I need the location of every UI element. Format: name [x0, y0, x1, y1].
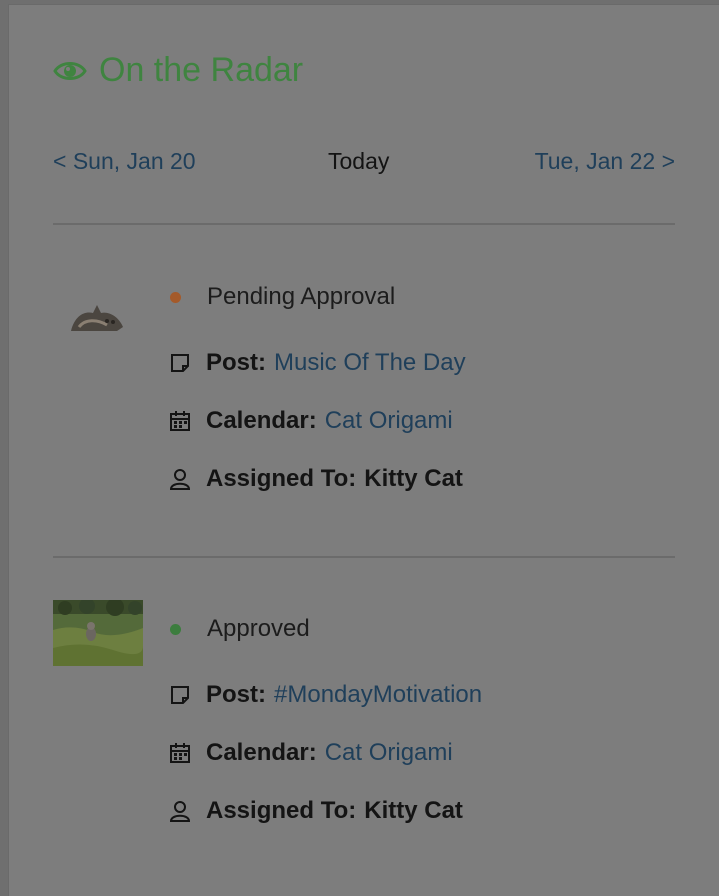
on-the-radar-panel: On the Radar < Sun, Jan 20 Today Tue, Ja…: [8, 4, 719, 896]
divider: [53, 556, 675, 558]
widget-title: On the Radar: [99, 51, 304, 89]
assigned-key: Assigned To:: [206, 797, 357, 824]
date-navigation: < Sun, Jan 20 Today Tue, Jan 22 >: [53, 148, 675, 178]
widget-header: On the Radar: [53, 51, 303, 90]
current-day-label: Today: [328, 148, 390, 174]
assigned-key: Assigned To:: [206, 465, 357, 492]
assigned-row: Assigned To: Kitty Cat: [168, 465, 463, 493]
previous-day-link[interactable]: < Sun, Jan 20: [53, 148, 196, 175]
radar-item: Pending Approval Post: Music Of The Day: [53, 273, 675, 493]
note-icon: [171, 354, 189, 372]
user-icon: [169, 469, 191, 490]
post-row: Post: Music Of The Day: [168, 349, 466, 377]
calendar-key: Calendar:: [206, 407, 317, 434]
calendar-icon: [170, 743, 190, 763]
radar-item: Approved Post: #MondayMotivation Calenda…: [53, 600, 675, 825]
post-key: Post:: [206, 349, 266, 376]
calendar-link[interactable]: Cat Origami: [325, 739, 453, 767]
calendar-link[interactable]: Cat Origami: [325, 407, 453, 435]
cat-in-grass-thumbnail[interactable]: [53, 600, 143, 666]
assigned-value: Kitty Cat: [364, 797, 463, 824]
status-dot: [170, 291, 181, 303]
calendar-row: Calendar: Cat Origami: [168, 739, 453, 767]
user-icon: [169, 801, 191, 822]
note-icon: [171, 686, 189, 704]
calendar-row: Calendar: Cat Origami: [168, 407, 453, 435]
calendar-icon: [170, 411, 190, 431]
assigned-row: Assigned To: Kitty Cat: [168, 797, 463, 825]
post-link[interactable]: #MondayMotivation: [274, 681, 482, 709]
post-link[interactable]: Music Of The Day: [274, 349, 466, 377]
post-key: Post:: [206, 681, 266, 708]
status-label: Pending Approval: [207, 283, 396, 310]
status-label: Approved: [207, 615, 310, 642]
assigned-value: Kitty Cat: [364, 465, 463, 492]
divider: [53, 223, 675, 225]
cat-thumbnail[interactable]: [67, 297, 125, 337]
eye-icon: [53, 61, 87, 80]
post-row: Post: #MondayMotivation: [168, 681, 482, 709]
status-row: Approved: [170, 615, 310, 643]
status-row: Pending Approval: [170, 283, 395, 311]
calendar-key: Calendar:: [206, 739, 317, 766]
next-day-link[interactable]: Tue, Jan 22 >: [535, 148, 675, 175]
status-dot: [170, 623, 181, 635]
